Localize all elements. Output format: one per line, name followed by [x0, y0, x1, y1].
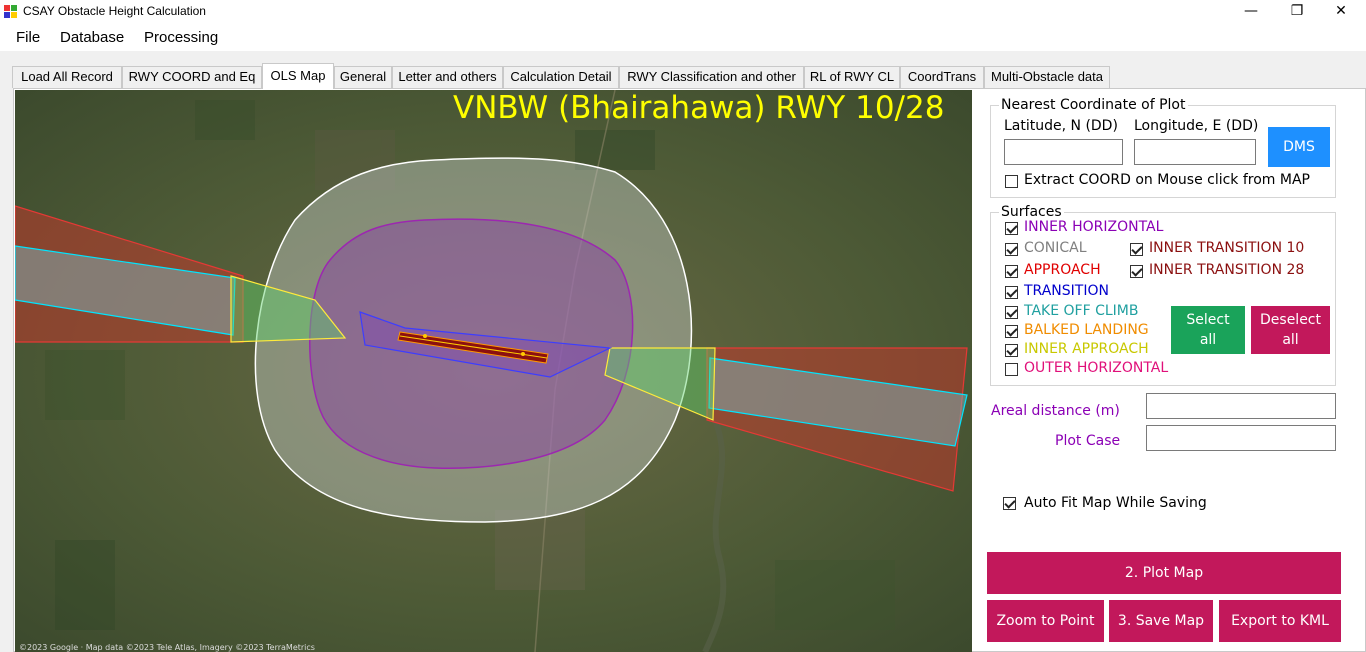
select-all-label: Select all — [1186, 312, 1230, 348]
conical-checkbox[interactable] — [1005, 243, 1018, 256]
title-bar: CSAY Obstacle Height Calculation — ❐ ✕ — [0, 0, 1366, 24]
ols-map[interactable]: VNBW (Bhairahawa) RWY 10/28 ©2023 Google… — [15, 90, 972, 652]
close-icon[interactable]: ✕ — [1318, 0, 1364, 24]
plot-map-button[interactable]: 2. Plot Map — [987, 552, 1341, 594]
maximize-icon[interactable]: ❐ — [1274, 0, 1320, 24]
app-icon — [4, 5, 17, 18]
auto-fit-label: Auto Fit Map While Saving — [1024, 495, 1207, 511]
balked-landing-checkbox[interactable] — [1005, 325, 1018, 338]
outer-horizontal-label: OUTER HORIZONTAL — [1024, 360, 1169, 376]
inner-transition-10-checkbox[interactable] — [1130, 243, 1143, 256]
minimize-icon[interactable]: — — [1228, 0, 1274, 24]
surfaces-legend: Surfaces — [999, 204, 1064, 220]
longitude-label: Longitude, E (DD) — [1134, 118, 1259, 134]
tab-rl-of-rwy-cl[interactable]: RL of RWY CL — [804, 66, 900, 88]
areal-distance-label: Areal distance (m) — [991, 403, 1120, 419]
tab-calculation-detail[interactable]: Calculation Detail — [503, 66, 619, 88]
map-canvas — [15, 90, 972, 652]
take-off-climb-checkbox[interactable] — [1005, 306, 1018, 319]
extract-coord-label: Extract COORD on Mouse click from MAP — [1024, 172, 1310, 188]
plot-case-input[interactable] — [1146, 425, 1336, 451]
inner-horizontal-checkbox[interactable] — [1005, 222, 1018, 235]
inner-approach-checkbox[interactable] — [1005, 344, 1018, 357]
inner-approach-label: INNER APPROACH — [1024, 341, 1149, 357]
menu-file[interactable]: File — [16, 29, 40, 46]
select-all-button[interactable]: Select all — [1171, 306, 1245, 354]
approach-label: APPROACH — [1024, 262, 1101, 278]
map-title: VNBW (Bhairahawa) RWY 10/28 — [453, 90, 945, 126]
tab-load-all-record[interactable]: Load All Record — [12, 66, 122, 88]
transition-checkbox[interactable] — [1005, 286, 1018, 299]
tab-rwy-coord[interactable]: RWY COORD and Eq — [122, 66, 262, 88]
inner-transition-28-checkbox[interactable] — [1130, 265, 1143, 278]
tab-letter-and-others[interactable]: Letter and others — [392, 66, 503, 88]
nearest-coordinate-legend: Nearest Coordinate of Plot — [999, 97, 1188, 113]
tab-general[interactable]: General — [334, 66, 392, 88]
threshold-10-marker — [423, 334, 427, 338]
map-attribution: ©2023 Google · Map data ©2023 Tele Atlas… — [19, 643, 315, 652]
tab-ols-map[interactable]: OLS Map — [262, 63, 334, 89]
extract-coord-checkbox[interactable] — [1005, 175, 1018, 188]
plot-case-label: Plot Case — [1055, 433, 1121, 449]
inner-transition-28-label: INNER TRANSITION 28 — [1149, 262, 1305, 278]
conical-label: CONICAL — [1024, 240, 1087, 256]
outer-horizontal-checkbox[interactable] — [1005, 363, 1018, 376]
tab-coordtrans[interactable]: CoordTrans — [900, 66, 984, 88]
latitude-label: Latitude, N (DD) — [1004, 118, 1118, 134]
dms-button[interactable]: DMS — [1268, 127, 1330, 167]
approach-checkbox[interactable] — [1005, 265, 1018, 278]
inner-transition-10-label: INNER TRANSITION 10 — [1149, 240, 1305, 256]
auto-fit-checkbox[interactable] — [1003, 497, 1016, 510]
deselect-all-label: Deselect all — [1260, 312, 1321, 348]
latitude-input[interactable] — [1004, 139, 1123, 165]
tab-multi-obstacle-data[interactable]: Multi-Obstacle data — [984, 66, 1110, 88]
zoom-to-point-button[interactable]: Zoom to Point — [987, 600, 1104, 642]
transition-label: TRANSITION — [1024, 283, 1109, 299]
menu-bar: File Database Processing — [0, 24, 1366, 51]
take-off-climb-label: TAKE OFF CLIMB — [1024, 303, 1139, 319]
menu-database[interactable]: Database — [60, 29, 124, 46]
longitude-input[interactable] — [1134, 139, 1256, 165]
areal-distance-input[interactable] — [1146, 393, 1336, 419]
save-map-button[interactable]: 3. Save Map — [1109, 600, 1213, 642]
deselect-all-button[interactable]: Deselect all — [1251, 306, 1330, 354]
inner-horizontal-label: INNER HORIZONTAL — [1024, 219, 1164, 235]
export-kml-button[interactable]: Export to KML — [1219, 600, 1341, 642]
window-title: CSAY Obstacle Height Calculation — [23, 4, 206, 18]
threshold-28-marker — [521, 352, 525, 356]
menu-processing[interactable]: Processing — [144, 29, 218, 46]
tab-rwy-classification[interactable]: RWY Classification and other — [619, 66, 804, 88]
balked-landing-label: BALKED LANDING — [1024, 322, 1149, 338]
